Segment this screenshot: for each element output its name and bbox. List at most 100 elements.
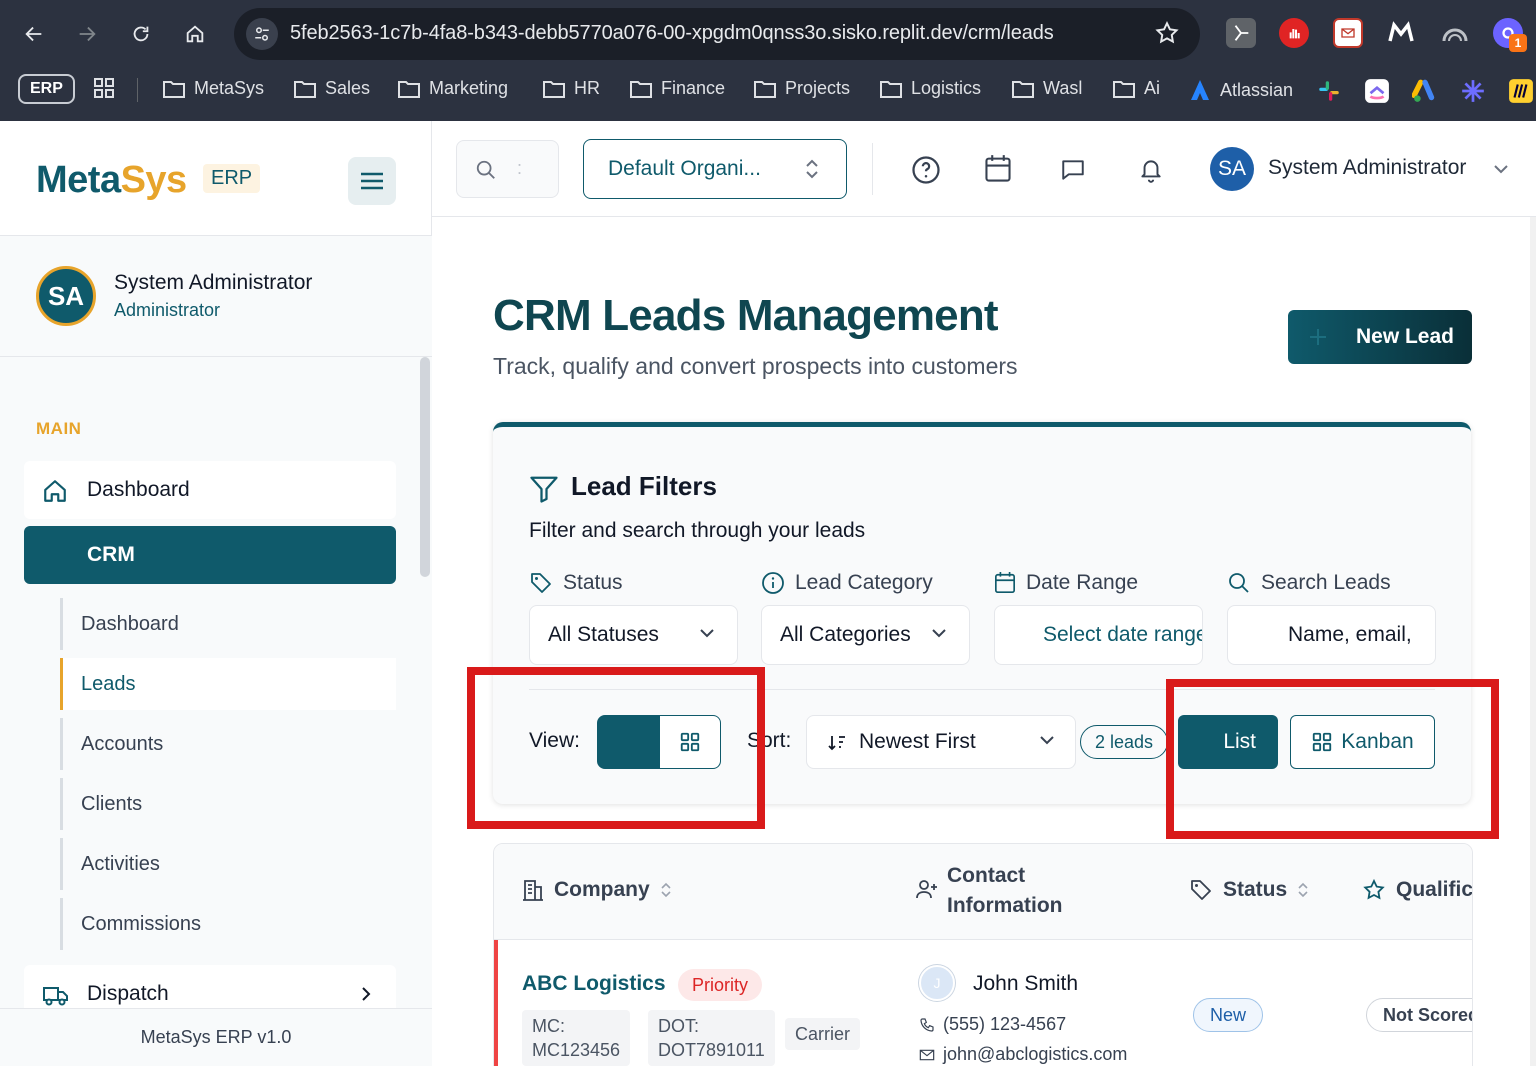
- sidebar-scrollbar[interactable]: [420, 357, 430, 577]
- miro-icon[interactable]: [1508, 78, 1534, 104]
- category-select[interactable]: All Categories: [761, 605, 970, 665]
- new-lead-button[interactable]: New Lead: [1288, 310, 1472, 364]
- contact-name: John Smith: [973, 972, 1079, 995]
- page-title: CRM Leads Management: [493, 291, 999, 340]
- bookmark-folder-ai[interactable]: Ai: [1112, 78, 1160, 99]
- company-name-link[interactable]: ABC Logistics: [522, 972, 666, 996]
- bookmark-folder-sales[interactable]: Sales: [293, 78, 370, 99]
- malwarebytes-extension-icon[interactable]: [1386, 18, 1416, 48]
- folder-icon: [294, 80, 316, 98]
- organization-selector[interactable]: Default Organi...: [583, 139, 847, 199]
- bookmark-folder-logistics[interactable]: Logistics: [879, 78, 981, 99]
- building-icon: [523, 880, 543, 901]
- site-settings-icon[interactable]: [246, 18, 278, 50]
- bookmark-label: MetaSys: [194, 78, 265, 98]
- folder-icon: [398, 80, 420, 98]
- filters-title: Lead Filters: [571, 471, 717, 501]
- global-search-input[interactable]: :: [456, 140, 559, 198]
- info-icon: [762, 572, 784, 594]
- sidebar-subitem-commissions[interactable]: Commissions: [60, 898, 396, 950]
- highlight-box-list-kanban: [1166, 679, 1499, 839]
- bookmark-folder-wasl[interactable]: Wasl: [1011, 78, 1082, 99]
- adblock-extension-icon[interactable]: [1279, 18, 1309, 48]
- erp-bookmark-chip[interactable]: ERP: [18, 74, 75, 104]
- date-range-picker[interactable]: Select date range: [994, 605, 1203, 665]
- sort-select[interactable]: Newest First: [806, 715, 1076, 769]
- address-bar[interactable]: 5feb2563-1c7b-4fa8-b343-debb5770a076-00-…: [234, 8, 1200, 60]
- back-icon[interactable]: [14, 14, 54, 54]
- contact-email[interactable]: john@abclogistics.com: [919, 1044, 1127, 1065]
- column-contact-label[interactable]: Contact Information: [947, 864, 1063, 918]
- main-content: CRM Leads Management Track, qualify and …: [432, 217, 1536, 1066]
- chevron-down-icon: [1040, 736, 1054, 745]
- table-header: Company Contact Information Status Quali…: [494, 844, 1472, 940]
- extension-icon[interactable]: [1226, 18, 1256, 48]
- status-select[interactable]: All Statuses: [529, 605, 738, 665]
- clickup-icon[interactable]: [1364, 78, 1390, 104]
- bookmark-folder-metasys[interactable]: MetaSys: [162, 78, 264, 99]
- puzzle-extension-icon[interactable]: 1: [1493, 18, 1527, 52]
- tag-icon: [531, 573, 551, 593]
- bell-icon[interactable]: [1138, 156, 1164, 184]
- sidebar-subitem-clients[interactable]: Clients: [60, 778, 396, 830]
- bookmark-label: HR: [574, 78, 600, 98]
- sidebar-item-dashboard[interactable]: Dashboard: [24, 461, 396, 519]
- date-filter-label-text: Date Range: [1026, 571, 1139, 594]
- column-company[interactable]: Company: [522, 878, 672, 902]
- bookmark-folder-projects[interactable]: Projects: [753, 78, 850, 99]
- truck-icon: [43, 987, 68, 1006]
- apps-grid-icon[interactable]: [92, 76, 116, 100]
- folder-icon: [754, 80, 776, 98]
- bookmark-label: Finance: [661, 78, 726, 98]
- chat-icon[interactable]: [1060, 157, 1086, 183]
- sidebar-item-dispatch[interactable]: Dispatch: [24, 965, 396, 1008]
- user-role: Administrator: [114, 300, 221, 320]
- sidebar-item-crm[interactable]: CRM: [24, 526, 396, 584]
- menu-toggle-button[interactable]: [348, 157, 396, 205]
- mail-extension-icon[interactable]: [1333, 18, 1363, 48]
- chevron-down-icon[interactable]: [1493, 163, 1509, 175]
- avatar[interactable]: SA: [36, 266, 96, 326]
- sidebar-subitem-activities[interactable]: Activities: [60, 838, 396, 890]
- home-icon[interactable]: [175, 14, 215, 54]
- bookmark-label: Marketing: [429, 78, 509, 98]
- category-filter-label-text: Lead Category: [795, 571, 933, 594]
- search-hint: :: [517, 158, 523, 178]
- slack-icon[interactable]: [1316, 78, 1342, 104]
- bookmark-atlassian[interactable]: Atlassian: [1188, 78, 1293, 102]
- dot-number-tag: DOT: DOT7891011: [648, 1010, 775, 1066]
- page-scrollbar[interactable]: [1530, 217, 1536, 1066]
- bookmark-star-icon[interactable]: [1154, 20, 1180, 46]
- google-ads-icon[interactable]: [1412, 78, 1438, 104]
- tag-icon: [1191, 880, 1211, 900]
- new-lead-label: New Lead: [1355, 325, 1454, 348]
- table-row[interactable]: ABC Logistics Priority MC: MC123456 DOT:…: [494, 940, 1472, 1066]
- column-qualification[interactable]: Qualific: [1362, 878, 1472, 902]
- url-text[interactable]: 5feb2563-1c7b-4fa8-b343-debb5770a076-00-…: [290, 22, 1054, 45]
- sidebar-subitem-accounts[interactable]: Accounts: [60, 718, 396, 770]
- contact-phone[interactable]: (555) 123-4567: [919, 1014, 1066, 1035]
- status-select-value: All Statuses: [548, 623, 659, 646]
- bookmark-folder-finance[interactable]: Finance: [629, 78, 725, 99]
- bookmark-label: Projects: [785, 78, 851, 98]
- bookmarks-bar: ERP MetaSys Sales Marketing HR Finance P…: [0, 68, 1536, 110]
- arc-extension-icon[interactable]: [1440, 18, 1470, 48]
- sidebar-subitem-dashboard[interactable]: Dashboard: [60, 598, 396, 650]
- calendar-icon: [995, 572, 1015, 593]
- forward-icon[interactable]: [67, 14, 107, 54]
- sidebar-subitem-leads[interactable]: Leads: [60, 658, 396, 710]
- lead-search-input[interactable]: Name, email,: [1227, 605, 1436, 665]
- calendar-icon[interactable]: [984, 154, 1012, 184]
- column-status[interactable]: Status: [1189, 878, 1309, 902]
- help-icon[interactable]: [911, 155, 941, 185]
- asterisk-app-icon[interactable]: [1460, 78, 1486, 104]
- avatar[interactable]: SA: [1210, 147, 1254, 191]
- hamburger-icon: [361, 172, 383, 190]
- app-logo[interactable]: MetaSys: [36, 159, 187, 202]
- reload-icon[interactable]: [121, 14, 161, 54]
- bookmark-folder-marketing[interactable]: Marketing: [397, 78, 508, 99]
- sidebar-item-label: Dispatch: [87, 982, 169, 1005]
- sidebar-footer: MetaSys ERP v1.0: [0, 1008, 432, 1066]
- bookmark-folder-hr[interactable]: HR: [542, 78, 600, 99]
- user-menu[interactable]: System Administrator: [1268, 156, 1466, 180]
